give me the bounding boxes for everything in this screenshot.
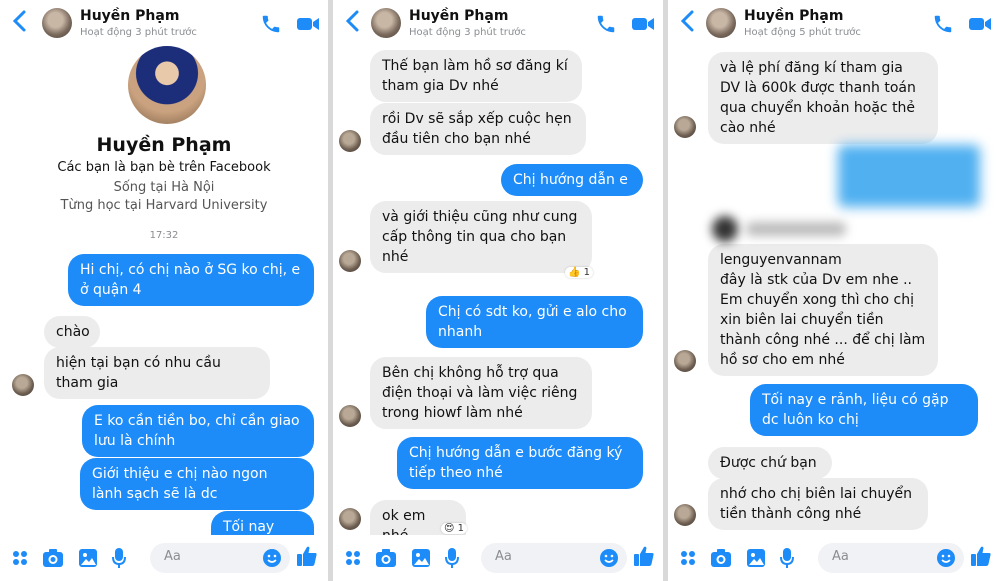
message-bubble[interactable]: Bên chị không hỗ trợ qua điện thoại và l… xyxy=(370,357,592,429)
composer-bar: Aa xyxy=(333,535,663,581)
video-icon[interactable] xyxy=(968,13,992,35)
avatar[interactable] xyxy=(706,8,736,38)
message-input-placeholder: Aa xyxy=(164,549,181,564)
redacted-image xyxy=(838,145,980,207)
chat-screenshot-2: Huyền Phạm Hoạt động 3 phút trước Thế bạ… xyxy=(333,0,663,581)
message-bubble[interactable]: lenguyenvannam đây là stk của Dv em nhe … xyxy=(708,244,938,376)
redacted-text xyxy=(746,222,846,236)
profile-photo[interactable] xyxy=(128,46,206,124)
message-bubble[interactable]: hiện tại bạn có nhu cầu tham gia xyxy=(44,347,270,399)
image-icon[interactable] xyxy=(78,548,98,568)
camera-icon[interactable] xyxy=(42,548,64,568)
back-icon[interactable] xyxy=(10,9,30,33)
message-input-placeholder: Aa xyxy=(832,549,849,564)
smile-icon[interactable] xyxy=(936,548,956,568)
message-bubble[interactable]: rồi Dv sẽ sắp xếp cuộc hẹn đầu tiên cho … xyxy=(370,103,586,155)
chat-header: Huyền Phạm Hoạt động 3 phút trước xyxy=(333,0,663,46)
message-input[interactable]: Aa xyxy=(150,543,290,573)
message-bubble[interactable]: Chị hướng dẫn e xyxy=(501,164,643,196)
avatar xyxy=(339,130,361,152)
message-input-placeholder: Aa xyxy=(495,549,512,564)
profile-name: Huyền Phạm xyxy=(96,134,232,156)
camera-icon[interactable] xyxy=(375,548,397,568)
reaction-badge[interactable]: 😍 1 xyxy=(441,523,467,534)
friends-info: Các bạn là bạn bè trên Facebook xyxy=(57,160,271,175)
message-bubble[interactable]: Thế bạn làm hồ sơ đăng kí tham gia Dv nh… xyxy=(370,50,582,102)
chat-header: Huyền Phạm Hoạt động 5 phút trước xyxy=(668,0,1000,46)
mic-icon[interactable] xyxy=(112,547,126,569)
thumbs-up-icon[interactable] xyxy=(633,545,655,567)
camera-icon[interactable] xyxy=(710,548,732,568)
video-icon[interactable] xyxy=(631,13,655,35)
contact-name[interactable]: Huyền Phạm xyxy=(744,8,843,24)
active-status: Hoạt động 3 phút trước xyxy=(80,27,197,38)
phone-icon[interactable] xyxy=(932,13,954,35)
message-bubble[interactable]: Giới thiệu e chị nào ngon lành sạch sẽ l… xyxy=(80,458,314,510)
avatar[interactable] xyxy=(42,8,72,38)
smile-icon[interactable] xyxy=(262,548,282,568)
avatar xyxy=(339,250,361,272)
composer-bar: Aa xyxy=(668,535,1000,581)
contact-name[interactable]: Huyền Phạm xyxy=(409,8,508,24)
avatar xyxy=(674,350,696,372)
reaction-badge[interactable]: 👍 1 xyxy=(565,267,593,278)
message-bubble[interactable]: và lệ phí đăng kí tham gia DV là 600k đư… xyxy=(708,52,938,144)
menu-dots-icon[interactable] xyxy=(12,550,28,566)
education-info: Từng học tại Harvard University xyxy=(60,198,268,213)
message-input[interactable]: Aa xyxy=(481,543,627,573)
smile-icon[interactable] xyxy=(599,548,619,568)
chat-screenshot-3: Huyền Phạm Hoạt động 5 phút trước và lệ … xyxy=(668,0,1000,581)
message-bubble[interactable]: Tối nay e rảnh, liệu có gặp dc luôn ko c… xyxy=(750,384,978,436)
mic-icon[interactable] xyxy=(445,547,459,569)
menu-dots-icon[interactable] xyxy=(345,550,361,566)
message-bubble[interactable]: nhớ cho chị biên lai chuyển tiền thành c… xyxy=(708,478,928,530)
thumbs-up-icon[interactable] xyxy=(296,545,318,567)
phone-icon[interactable] xyxy=(595,13,617,35)
menu-dots-icon[interactable] xyxy=(680,550,696,566)
message-input[interactable]: Aa xyxy=(818,543,964,573)
location-info: Sống tại Hà Nội xyxy=(113,180,215,195)
avatar xyxy=(674,116,696,138)
avatar xyxy=(12,374,34,396)
back-icon[interactable] xyxy=(343,9,363,33)
message-bubble[interactable]: Chị có sdt ko, gửi e alo cho nhanh xyxy=(426,296,643,348)
back-icon[interactable] xyxy=(678,9,698,33)
image-icon[interactable] xyxy=(746,548,766,568)
chat-screenshot-1: Huyền Phạm Hoạt động 3 phút trước Huyền … xyxy=(0,0,328,581)
message-bubble[interactable]: chào xyxy=(44,316,100,348)
mic-icon[interactable] xyxy=(780,547,794,569)
avatar xyxy=(339,405,361,427)
message-bubble[interactable]: và giới thiệu cũng như cung cấp thông ti… xyxy=(370,201,592,273)
avatar[interactable] xyxy=(371,8,401,38)
image-icon[interactable] xyxy=(411,548,431,568)
contact-name[interactable]: Huyền Phạm xyxy=(80,8,179,24)
chat-header: Huyền Phạm Hoạt động 3 phút trước xyxy=(0,0,328,46)
timestamp: 17:32 xyxy=(149,230,179,241)
message-bubble[interactable]: E ko cần tiền bo, chỉ cần giao lưu là ch… xyxy=(82,405,314,457)
phone-icon[interactable] xyxy=(260,13,282,35)
avatar xyxy=(674,504,696,526)
active-status: Hoạt động 3 phút trước xyxy=(409,27,526,38)
message-bubble[interactable]: Hi chị, có chị nào ở SG ko chị, e ở quận… xyxy=(68,254,314,306)
video-icon[interactable] xyxy=(296,13,320,35)
composer-bar: Aa xyxy=(0,535,328,581)
avatar xyxy=(339,508,361,530)
active-status: Hoạt động 5 phút trước xyxy=(744,27,861,38)
message-bubble[interactable]: Được chứ bạn xyxy=(708,447,832,479)
message-bubble[interactable]: Chị hướng dẫn e bước đăng ký tiếp theo n… xyxy=(397,437,643,489)
thumbs-up-icon[interactable] xyxy=(970,545,992,567)
redacted-avatar xyxy=(712,216,738,242)
